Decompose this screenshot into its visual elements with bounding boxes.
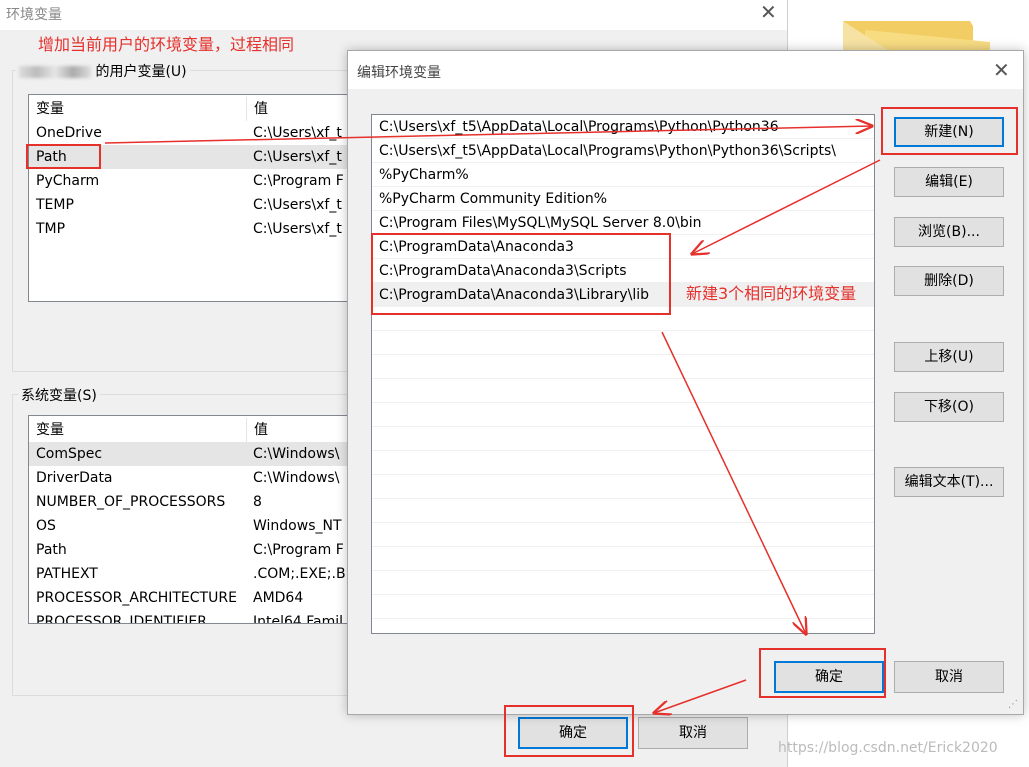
table-row[interactable]: PROCESSOR_ARCHITECTURE AMD64: [29, 586, 369, 610]
variable-name: OneDrive: [36, 125, 102, 141]
column-header-value[interactable]: 值: [246, 97, 268, 121]
table-row[interactable]: Path C:\Program F: [29, 538, 369, 562]
window-title: 环境变量: [6, 7, 62, 23]
title-bar: 编辑环境变量 ✕: [348, 51, 1023, 89]
variable-name: TMP: [36, 221, 66, 237]
title-bar: 环境变量 ✕: [0, 0, 787, 30]
ok-button[interactable]: 确定: [774, 661, 884, 693]
variable-value: C:\Program F: [253, 542, 344, 558]
delete-button[interactable]: 删除(D): [894, 266, 1004, 296]
browse-button[interactable]: 浏览(B)...: [894, 217, 1004, 247]
variable-name: OS: [36, 518, 56, 534]
table-row[interactable]: PROCESSOR_IDENTIFIER Intel64 Famil: [29, 610, 369, 624]
variable-name: NUMBER_OF_PROCESSORS: [36, 494, 226, 510]
path-list-item[interactable]: %PyCharm Community Edition%: [372, 187, 874, 211]
variable-name: Path: [36, 542, 67, 558]
empty-list-row: [372, 307, 874, 331]
edit-button[interactable]: 编辑(E): [894, 167, 1004, 197]
annotation-middle-note: 新建3个相同的环境变量: [686, 284, 857, 303]
blurred-username: [19, 66, 91, 78]
empty-list-row: [372, 619, 874, 633]
variable-value: C:\Users\xf_t: [253, 125, 342, 141]
path-list-item[interactable]: C:\ProgramData\Anaconda3: [372, 235, 874, 259]
variable-value: Windows_NT: [253, 518, 342, 534]
empty-list-row: [372, 427, 874, 451]
table-row[interactable]: OS Windows_NT: [29, 514, 369, 538]
variable-name: PROCESSOR_ARCHITECTURE: [36, 590, 237, 606]
empty-list-row: [372, 403, 874, 427]
system-variables-label: 系统变量(S): [18, 385, 100, 405]
empty-list-row: [372, 451, 874, 475]
dialog-title: 编辑环境变量: [357, 65, 441, 81]
move-up-button[interactable]: 上移(U): [894, 342, 1004, 372]
variable-value: C:\Program F: [253, 173, 344, 189]
table-row[interactable]: OneDrive C:\Users\xf_t: [29, 121, 369, 145]
variable-name: ComSpec: [36, 446, 103, 462]
variable-value: C:\Users\xf_t: [253, 197, 342, 213]
empty-list-row: [372, 571, 874, 595]
user-variables-label: 的用户变量(U): [16, 61, 190, 81]
empty-list-row: [372, 523, 874, 547]
variable-name: PROCESSOR_IDENTIFIER: [36, 614, 207, 624]
list-header: 变量 值: [29, 418, 369, 442]
watermark: https://blog.csdn.net/Erick2020: [778, 740, 998, 756]
resize-grip-icon[interactable]: ⋰: [1008, 699, 1018, 710]
table-row[interactable]: PATHEXT .COM;.EXE;.B: [29, 562, 369, 586]
empty-list-row: [372, 331, 874, 355]
variable-value: Intel64 Famil: [253, 614, 344, 624]
cancel-button[interactable]: 取消: [894, 661, 1004, 693]
path-list-item[interactable]: %PyCharm%: [372, 163, 874, 187]
column-header-value[interactable]: 值: [246, 418, 268, 442]
variable-value: C:\Users\xf_t: [253, 221, 342, 237]
system-variables-list[interactable]: 变量 值 ComSpec C:\Windows\ DriverData C:\Wind…: [28, 415, 370, 624]
table-row[interactable]: TEMP C:\Users\xf_t: [29, 193, 369, 217]
path-list[interactable]: C:\Users\xf_t5\AppData\Local\Programs\Py…: [371, 114, 875, 634]
variable-name: PyCharm: [36, 173, 100, 189]
path-list-item[interactable]: C:\Program Files\MySQL\MySQL Server 8.0\…: [372, 211, 874, 235]
edit-text-button[interactable]: 编辑文本(T)...: [894, 467, 1004, 497]
user-variables-list[interactable]: 变量 值 OneDrive C:\Users\xf_t Path C:\Users\x…: [28, 94, 370, 302]
variable-name: Path: [36, 149, 67, 165]
edit-environment-variable-dialog: 编辑环境变量 ✕ C:\Users\xf_t5\AppData\Local\Pr…: [347, 50, 1024, 715]
empty-list-row: [372, 379, 874, 403]
new-button[interactable]: 新建(N): [894, 117, 1004, 147]
table-row[interactable]: TMP C:\Users\xf_t: [29, 217, 369, 241]
variable-name: PATHEXT: [36, 566, 98, 582]
ok-button[interactable]: 确定: [518, 717, 628, 749]
table-row[interactable]: Path C:\Users\xf_t: [29, 145, 369, 169]
column-header-variable[interactable]: 变量: [36, 97, 64, 121]
variable-name: DriverData: [36, 470, 113, 486]
variable-name: TEMP: [36, 197, 74, 213]
variable-value: C:\Users\xf_t: [253, 149, 342, 165]
move-down-button[interactable]: 下移(O): [894, 392, 1004, 422]
variable-value: C:\Windows\: [253, 470, 340, 486]
cancel-button[interactable]: 取消: [638, 717, 748, 749]
annotation-top-note: 增加当前用户的环境变量，过程相同: [38, 35, 295, 54]
table-row[interactable]: PyCharm C:\Program F: [29, 169, 369, 193]
close-icon[interactable]: ✕: [993, 60, 1010, 80]
empty-list-row: [372, 595, 874, 619]
empty-list-row: [372, 475, 874, 499]
user-variables-label-text: 的用户变量(U): [95, 64, 187, 80]
table-row[interactable]: ComSpec C:\Windows\: [29, 442, 369, 466]
column-header-variable[interactable]: 变量: [36, 418, 64, 442]
path-list-item[interactable]: C:\Users\xf_t5\AppData\Local\Programs\Py…: [372, 139, 874, 163]
variable-value: AMD64: [253, 590, 304, 606]
path-list-item[interactable]: C:\Users\xf_t5\AppData\Local\Programs\Py…: [372, 115, 874, 139]
empty-list-row: [372, 355, 874, 379]
table-row[interactable]: DriverData C:\Windows\: [29, 466, 369, 490]
variable-value: .COM;.EXE;.B: [253, 566, 346, 582]
table-row[interactable]: NUMBER_OF_PROCESSORS 8: [29, 490, 369, 514]
list-header: 变量 值: [29, 97, 369, 121]
close-icon[interactable]: ✕: [760, 2, 777, 22]
empty-list-row: [372, 547, 874, 571]
variable-value: 8: [253, 494, 262, 510]
variable-value: C:\Windows\: [253, 446, 340, 462]
empty-list-row: [372, 499, 874, 523]
